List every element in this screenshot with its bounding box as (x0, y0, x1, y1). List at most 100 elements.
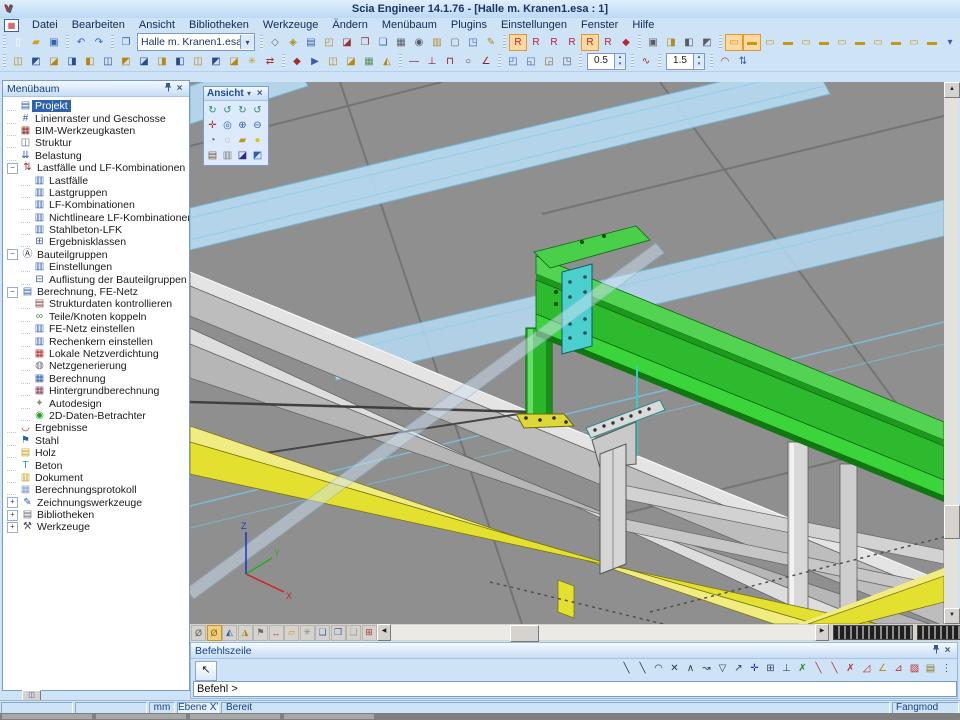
select-icon[interactable]: ◧ (81, 53, 99, 70)
scroll-right-icon[interactable]: ▶ (815, 624, 829, 641)
tree-item-werkzeuge[interactable]: +⚒Werkzeuge (3, 521, 189, 533)
clipping-box-icon[interactable]: ▰ (236, 134, 250, 148)
tree-item-holz[interactable]: ▤Holz (3, 447, 189, 459)
pin-icon[interactable] (163, 83, 174, 95)
snap-mode-icon[interactable]: ▨ (907, 661, 922, 676)
spin-up-icon[interactable]: ▴ (694, 54, 704, 61)
document-icon[interactable]: ▢ (446, 34, 464, 51)
result-diamond-icon[interactable]: ◆ (617, 34, 635, 51)
tree-item-label[interactable]: 2D-Daten-Betrachter (46, 410, 149, 422)
tree-item-label[interactable]: Struktur (32, 137, 75, 149)
snap-point-icon[interactable]: ↗ (731, 661, 746, 676)
expander-plus-icon[interactable]: + (7, 497, 18, 508)
tree-item-label[interactable]: Einstellungen (46, 261, 115, 273)
tree-item-label[interactable]: Berechnung, FE-Netz (34, 286, 141, 298)
tree-item-rechenkern-einstellen[interactable]: ▥Rechenkern einstellen (3, 335, 189, 347)
expander-minus-icon[interactable]: − (7, 249, 18, 260)
menu-fenster[interactable]: Fenster (574, 18, 625, 33)
key-icon[interactable]: ◧ (680, 34, 698, 51)
ruler-icon[interactable]: ◮ (238, 625, 253, 641)
zoom-window-icon[interactable]: ◎ (221, 119, 235, 133)
tree-item-struktur[interactable]: ◫Struktur (3, 137, 189, 149)
select-icon[interactable]: ◩ (117, 53, 135, 70)
snap-midpoint-icon[interactable]: ∧ (683, 661, 698, 676)
tree-item-label[interactable]: Berechnungsprotokoll (32, 484, 140, 496)
close-icon[interactable]: × (942, 645, 953, 656)
expander-plus-icon[interactable]: + (7, 522, 18, 533)
3d-scene[interactable]: X Y Z (190, 82, 944, 624)
arc-icon[interactable]: ◠ (716, 53, 734, 70)
select-icon[interactable]: ◪ (225, 53, 243, 70)
snap-mode-icon[interactable]: ╲ (811, 661, 826, 676)
printer-icon[interactable]: ▦ (392, 34, 410, 51)
close-icon[interactable]: × (254, 88, 265, 99)
tree-item-autodesign[interactable]: ✦Autodesign (3, 397, 189, 409)
tree-item-label[interactable]: Zeichnungswerkzeuge (34, 497, 145, 509)
project-combobox[interactable]: Halle m. Kranen1.esa ▾ (137, 33, 255, 51)
edit-icon[interactable]: ✎ (482, 34, 500, 51)
menu-bearbeiten[interactable]: Bearbeiten (65, 18, 132, 33)
zoom-out-icon[interactable]: ⊖ (251, 119, 265, 133)
command-input[interactable] (193, 681, 957, 697)
snap-line-icon[interactable]: ╲ (619, 661, 634, 676)
snap-intersect-icon[interactable]: ✕ (667, 661, 682, 676)
print-icon[interactable]: ◰ (504, 53, 522, 70)
scroll-left-icon[interactable]: ◀ (377, 624, 391, 641)
scale-small-spinner[interactable]: 0.5▴▾ (587, 53, 626, 70)
gallery-icon[interactable]: ▥ (428, 34, 446, 51)
arrow-icon[interactable]: ▶ (306, 53, 324, 70)
axes-icon[interactable]: ✛ (206, 119, 220, 133)
solid-icon[interactable]: ◈ (284, 34, 302, 51)
box-icon[interactable]: ◰ (320, 34, 338, 51)
cursor-mode-button[interactable]: ↖ (195, 661, 217, 681)
zoom-in-icon[interactable]: ⊕ (236, 119, 250, 133)
tree-item-label[interactable]: Bibliotheken (34, 509, 97, 521)
tree-item-belastung[interactable]: ⇊Belastung (3, 150, 189, 162)
menu-werkzeuge[interactable]: Werkzeuge (256, 18, 325, 33)
tree-item-label[interactable]: Netzgenerierung (46, 360, 130, 372)
tree-item-ergebnisklassen[interactable]: ⊞Ergebnisklassen (3, 236, 189, 248)
result-icon[interactable]: R (509, 34, 527, 51)
tree-item-netzgenerierung[interactable]: ◍Netzgenerierung (3, 360, 189, 372)
move-icon[interactable]: ◭ (378, 53, 396, 70)
swap-icon[interactable]: ⇄ (261, 53, 279, 70)
tree-item-2d-daten-betrachter[interactable]: ◉2D-Daten-Betrachter (3, 410, 189, 422)
scroll-up-icon[interactable]: ▲ (944, 82, 960, 98)
tree-item-label[interactable]: Auflistung der Bauteilgruppen (46, 274, 189, 286)
tree-item-berechnung-fe-netz[interactable]: −▤Berechnung, FE-Netz (3, 286, 189, 298)
tree-item-lf-kombinationen[interactable]: ▥LF-Kombinationen (3, 199, 189, 211)
connection-icon[interactable]: ▬ (887, 34, 905, 51)
tree-item-label[interactable]: Beton (32, 460, 65, 472)
star-icon[interactable]: ✳ (243, 53, 261, 70)
preview-icon[interactable]: ◉ (410, 34, 428, 51)
menu-tree[interactable]: ▤Projekt#Linienraster und Geschosse▦BIM-… (3, 97, 189, 690)
tree-item-label[interactable]: Dokument (32, 472, 86, 484)
save-icon[interactable]: ▣ (45, 34, 63, 51)
tree-item-berechnungsprotokoll[interactable]: ▦Berechnungsprotokoll (3, 484, 189, 496)
tree-item-berechnung[interactable]: ▦Berechnung (3, 373, 189, 385)
grid-snap-icon[interactable]: ⊞ (763, 661, 778, 676)
tree-item-nichtlineare-lf-kombinationen[interactable]: ▥Nichtlineare LF-Kombinationen (3, 212, 189, 224)
raster-icon[interactable]: ⊞ (362, 625, 377, 641)
light-icon[interactable]: ● (251, 134, 265, 148)
dimension-icon[interactable]: ↔ (269, 625, 284, 641)
tree-item-label[interactable]: Strukturdaten kontrollieren (46, 298, 175, 310)
select-icon[interactable]: ◪ (45, 53, 63, 70)
expander-minus-icon[interactable]: − (7, 287, 18, 298)
select-icon[interactable]: ◨ (153, 53, 171, 70)
redo-icon[interactable]: ↷ (90, 34, 108, 51)
clip-icon[interactable]: ◳ (558, 53, 576, 70)
zoom-slider[interactable] (833, 625, 913, 640)
tree-item-stahlbeton-lfk[interactable]: ▥Stahlbeton-LFK (3, 224, 189, 236)
pointer-icon[interactable]: ◆ (288, 53, 306, 70)
line-icon[interactable]: — (405, 53, 423, 70)
tree-item-auflistung-der-bauteilgruppen[interactable]: ⊟Auflistung der Bauteilgruppen (3, 273, 189, 285)
tree-item-label[interactable]: Belastung (32, 150, 85, 162)
connection-icon[interactable]: ▭ (761, 34, 779, 51)
connection-icon[interactable]: ▭ (905, 34, 923, 51)
rotate-view-icon[interactable]: ↺ (251, 104, 265, 118)
tree-item-label[interactable]: Werkzeuge (34, 521, 93, 533)
tree-item-label[interactable]: LF-Kombinationen (46, 199, 138, 211)
tree-item-label[interactable]: Projekt (32, 100, 71, 112)
cursor-snap-icon[interactable]: ✛ (747, 661, 762, 676)
